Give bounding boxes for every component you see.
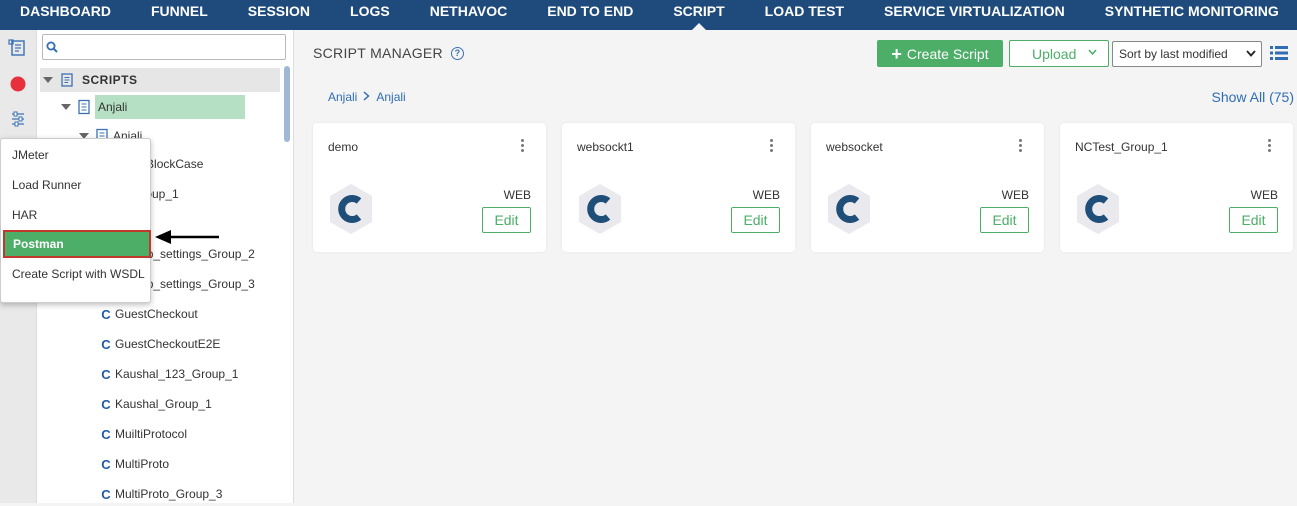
script-tree-icon[interactable] (8, 38, 28, 58)
page-title-text: SCRIPT MANAGER (313, 45, 443, 61)
c-language-logo-icon (828, 184, 870, 234)
tab-service-virtualization[interactable]: SERVICE VIRTUALIZATION (864, 0, 1085, 30)
c-script-icon: C (101, 336, 111, 352)
folder-doc-icon (78, 99, 90, 115)
tree-item-label: GuestCheckout (115, 307, 198, 321)
search-icon (46, 41, 58, 53)
edit-button[interactable]: Edit (731, 207, 780, 233)
tab-end-to-end[interactable]: END TO END (527, 0, 653, 30)
tab-logs[interactable]: LOGS (330, 0, 410, 30)
edit-button[interactable]: Edit (980, 207, 1029, 233)
scripts-folder-icon (61, 73, 73, 87)
script-card-name: websocket (826, 140, 883, 154)
tree-item[interactable]: C MultiProto (97, 452, 169, 476)
tree-search-input[interactable] (61, 37, 281, 57)
tree-item-label: MuiltiProtocol (115, 427, 188, 441)
chevron-down-icon (1088, 47, 1097, 58)
tab-synthetic-monitoring[interactable]: SYNTHETIC MONITORING (1085, 0, 1297, 30)
chevron-down-icon (1245, 47, 1257, 62)
create-script-button[interactable]: + Create Script (877, 40, 1003, 67)
settings-sliders-icon[interactable] (8, 109, 28, 129)
menu-item-create-script-wsdl[interactable]: Create Script with WSDL (1, 268, 150, 281)
sort-value: Sort by last modified (1119, 47, 1228, 61)
tree-item[interactable]: C MuiltiProtocol (97, 422, 187, 446)
upload-label: Upload (1032, 45, 1077, 62)
script-manager-main: SCRIPT MANAGER ? + Create Script Upload … (295, 30, 1297, 503)
tree-item[interactable]: C GuestCheckout (97, 302, 198, 326)
tree-folder-anjali[interactable]: Anjali (61, 95, 245, 119)
tree-search-box[interactable] (42, 34, 286, 60)
c-script-icon: C (101, 426, 111, 442)
tab-dashboard[interactable]: DASHBOARD (0, 0, 131, 30)
tree-root-scripts[interactable]: SCRIPTS (40, 68, 280, 92)
more-options-icon[interactable] (521, 139, 525, 154)
c-script-icon: C (101, 486, 111, 502)
expand-caret-icon[interactable] (61, 104, 71, 110)
import-script-menu: JMeter Load Runner HAR Postman Create Sc… (0, 138, 151, 303)
tree-root-label: SCRIPTS (82, 73, 138, 87)
tree-item-label: Kaushal_Group_1 (115, 397, 212, 411)
script-type-label: WEB (503, 188, 531, 202)
edit-button[interactable]: Edit (482, 207, 531, 233)
script-type-label: WEB (1001, 188, 1029, 202)
tree-item-label: Kaushal_123_Group_1 (115, 367, 239, 381)
annotation-arrow-icon (155, 230, 219, 244)
tree-item[interactable]: C Kaushal_Group_1 (97, 392, 212, 416)
tree-item-label: MultiProto_Group_3 (115, 487, 223, 501)
expand-caret-icon[interactable] (43, 77, 53, 83)
script-card-name: NCTest_Group_1 (1075, 140, 1168, 154)
tab-session[interactable]: SESSION (228, 0, 330, 30)
menu-item-load-runner[interactable]: Load Runner (1, 178, 150, 192)
tree-item[interactable]: C GuestCheckoutE2E (97, 332, 220, 356)
show-all-link[interactable]: Show All (75) (1212, 89, 1294, 105)
edit-button[interactable]: Edit (1229, 207, 1278, 233)
more-options-icon[interactable] (1019, 139, 1023, 154)
script-card[interactable]: demo WEB Edit (313, 123, 546, 252)
create-script-label: Create Script (906, 45, 989, 62)
menu-item-har[interactable]: HAR (1, 208, 150, 222)
tree-selected-label: Anjali (95, 95, 245, 119)
tab-script[interactable]: SCRIPT (653, 0, 744, 30)
top-navigation: DASHBOARD FUNNEL SESSION LOGS NETHAVOC E… (0, 0, 1297, 30)
menu-item-postman[interactable]: Postman (3, 230, 151, 258)
record-icon[interactable] (8, 74, 28, 94)
menu-item-jmeter[interactable]: JMeter (1, 148, 150, 162)
tab-nethavoc[interactable]: NETHAVOC (410, 0, 528, 30)
c-language-logo-icon (579, 184, 621, 234)
tree-item-label: GuestCheckoutE2E (115, 337, 221, 351)
chevron-right-icon (363, 90, 370, 104)
help-icon[interactable]: ? (450, 46, 464, 60)
script-card-name: demo (328, 140, 359, 154)
tab-funnel[interactable]: FUNNEL (131, 0, 228, 30)
tab-load-test[interactable]: LOAD TEST (745, 0, 864, 30)
script-type-label: WEB (752, 188, 780, 202)
script-card[interactable]: NCTest_Group_1 WEB Edit (1060, 123, 1293, 252)
tree-item[interactable]: C MultiProto_Group_3 (97, 482, 222, 506)
script-type-label: WEB (1250, 188, 1278, 202)
c-script-icon: C (101, 306, 111, 322)
tree-scrollbar[interactable] (284, 66, 290, 142)
script-card[interactable]: websockt1 WEB Edit (562, 123, 795, 252)
c-language-logo-icon (330, 184, 372, 234)
breadcrumb-item[interactable]: Anjali (328, 90, 357, 104)
breadcrumb: Anjali Anjali (328, 90, 406, 104)
list-view-icon[interactable] (1270, 45, 1288, 66)
c-language-logo-icon (1077, 184, 1119, 234)
c-script-icon: C (101, 396, 111, 412)
breadcrumb-item[interactable]: Anjali (376, 90, 405, 104)
tree-item[interactable]: C Kaushal_123_Group_1 (97, 362, 238, 386)
script-card-name: websockt1 (577, 140, 634, 154)
sort-select[interactable]: Sort by last modified (1112, 41, 1262, 67)
more-options-icon[interactable] (1268, 139, 1272, 154)
more-options-icon[interactable] (770, 139, 774, 154)
c-script-icon: C (101, 456, 111, 472)
upload-button[interactable]: Upload (1009, 40, 1109, 67)
tree-item-label: MultiProto (115, 457, 170, 471)
script-card[interactable]: websocket WEB Edit (811, 123, 1044, 252)
plus-icon: + (891, 43, 902, 64)
c-script-icon: C (101, 366, 111, 382)
page-title: SCRIPT MANAGER ? (313, 45, 464, 61)
